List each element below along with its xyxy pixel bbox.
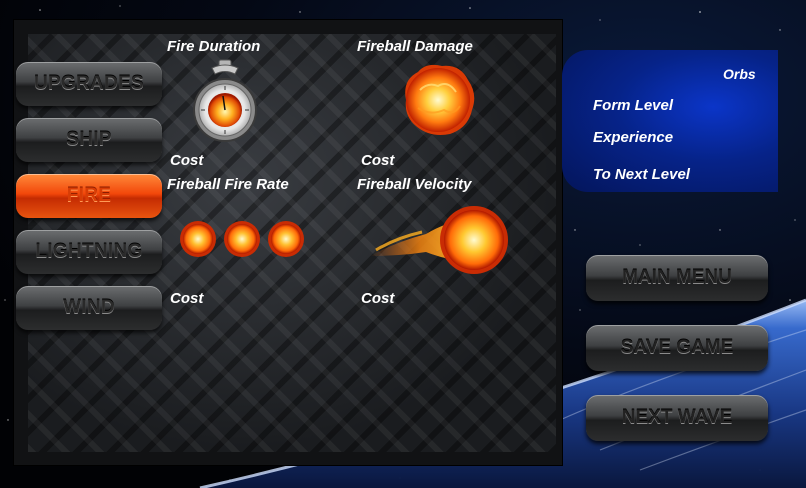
nav-fire-button[interactable]: FIRE: [16, 174, 162, 218]
fireball-velocity-cost: Cost: [361, 290, 395, 307]
form-level-label: Form Level: [593, 97, 674, 114]
nav-ship-label: SHIP: [66, 129, 112, 150]
next-wave-label: NEXT WAVE: [621, 407, 733, 428]
nav-fire-label: FIRE: [66, 185, 112, 206]
nav-lightning-button[interactable]: LIGHTNING: [16, 230, 162, 274]
fireball-fire-rate-title: Fireball Fire Rate: [167, 176, 289, 193]
comet-fireball-icon[interactable]: [366, 198, 514, 280]
nav-wind-button[interactable]: WIND: [16, 286, 162, 330]
save-game-label: SAVE GAME: [620, 337, 734, 358]
nav-lightning-label: LIGHTNING: [35, 241, 143, 262]
fire-duration-title: Fire Duration: [167, 38, 261, 55]
triple-fireball-icon[interactable]: [176, 218, 308, 260]
experience-label: Experience: [593, 129, 674, 146]
save-game-button[interactable]: SAVE GAME: [586, 325, 768, 371]
fireball-icon[interactable]: [398, 60, 480, 138]
orbs-label: Orbs: [723, 66, 756, 82]
main-menu-button[interactable]: MAIN MENU: [586, 255, 768, 301]
nav-wind-label: WIND: [63, 297, 115, 318]
fireball-fire-rate-cost: Cost: [170, 290, 204, 307]
next-wave-button[interactable]: NEXT WAVE: [586, 395, 768, 441]
fireball-velocity-title: Fireball Velocity: [357, 176, 472, 193]
fireball-damage-cost: Cost: [361, 152, 395, 169]
to-next-level-label: To Next Level: [593, 166, 690, 183]
fire-duration-cost: Cost: [170, 152, 204, 169]
main-menu-label: MAIN MENU: [622, 267, 732, 288]
nav-upgrades-label: UPGRADES: [33, 73, 145, 94]
nav-ship-button[interactable]: SHIP: [16, 118, 162, 162]
fireball-damage-title: Fireball Damage: [357, 38, 473, 55]
stopwatch-icon[interactable]: [190, 58, 260, 148]
nav-upgrades-button[interactable]: UPGRADES: [16, 62, 162, 106]
player-stats-panel: Orbs Form Level Experience To Next Level: [562, 50, 778, 192]
